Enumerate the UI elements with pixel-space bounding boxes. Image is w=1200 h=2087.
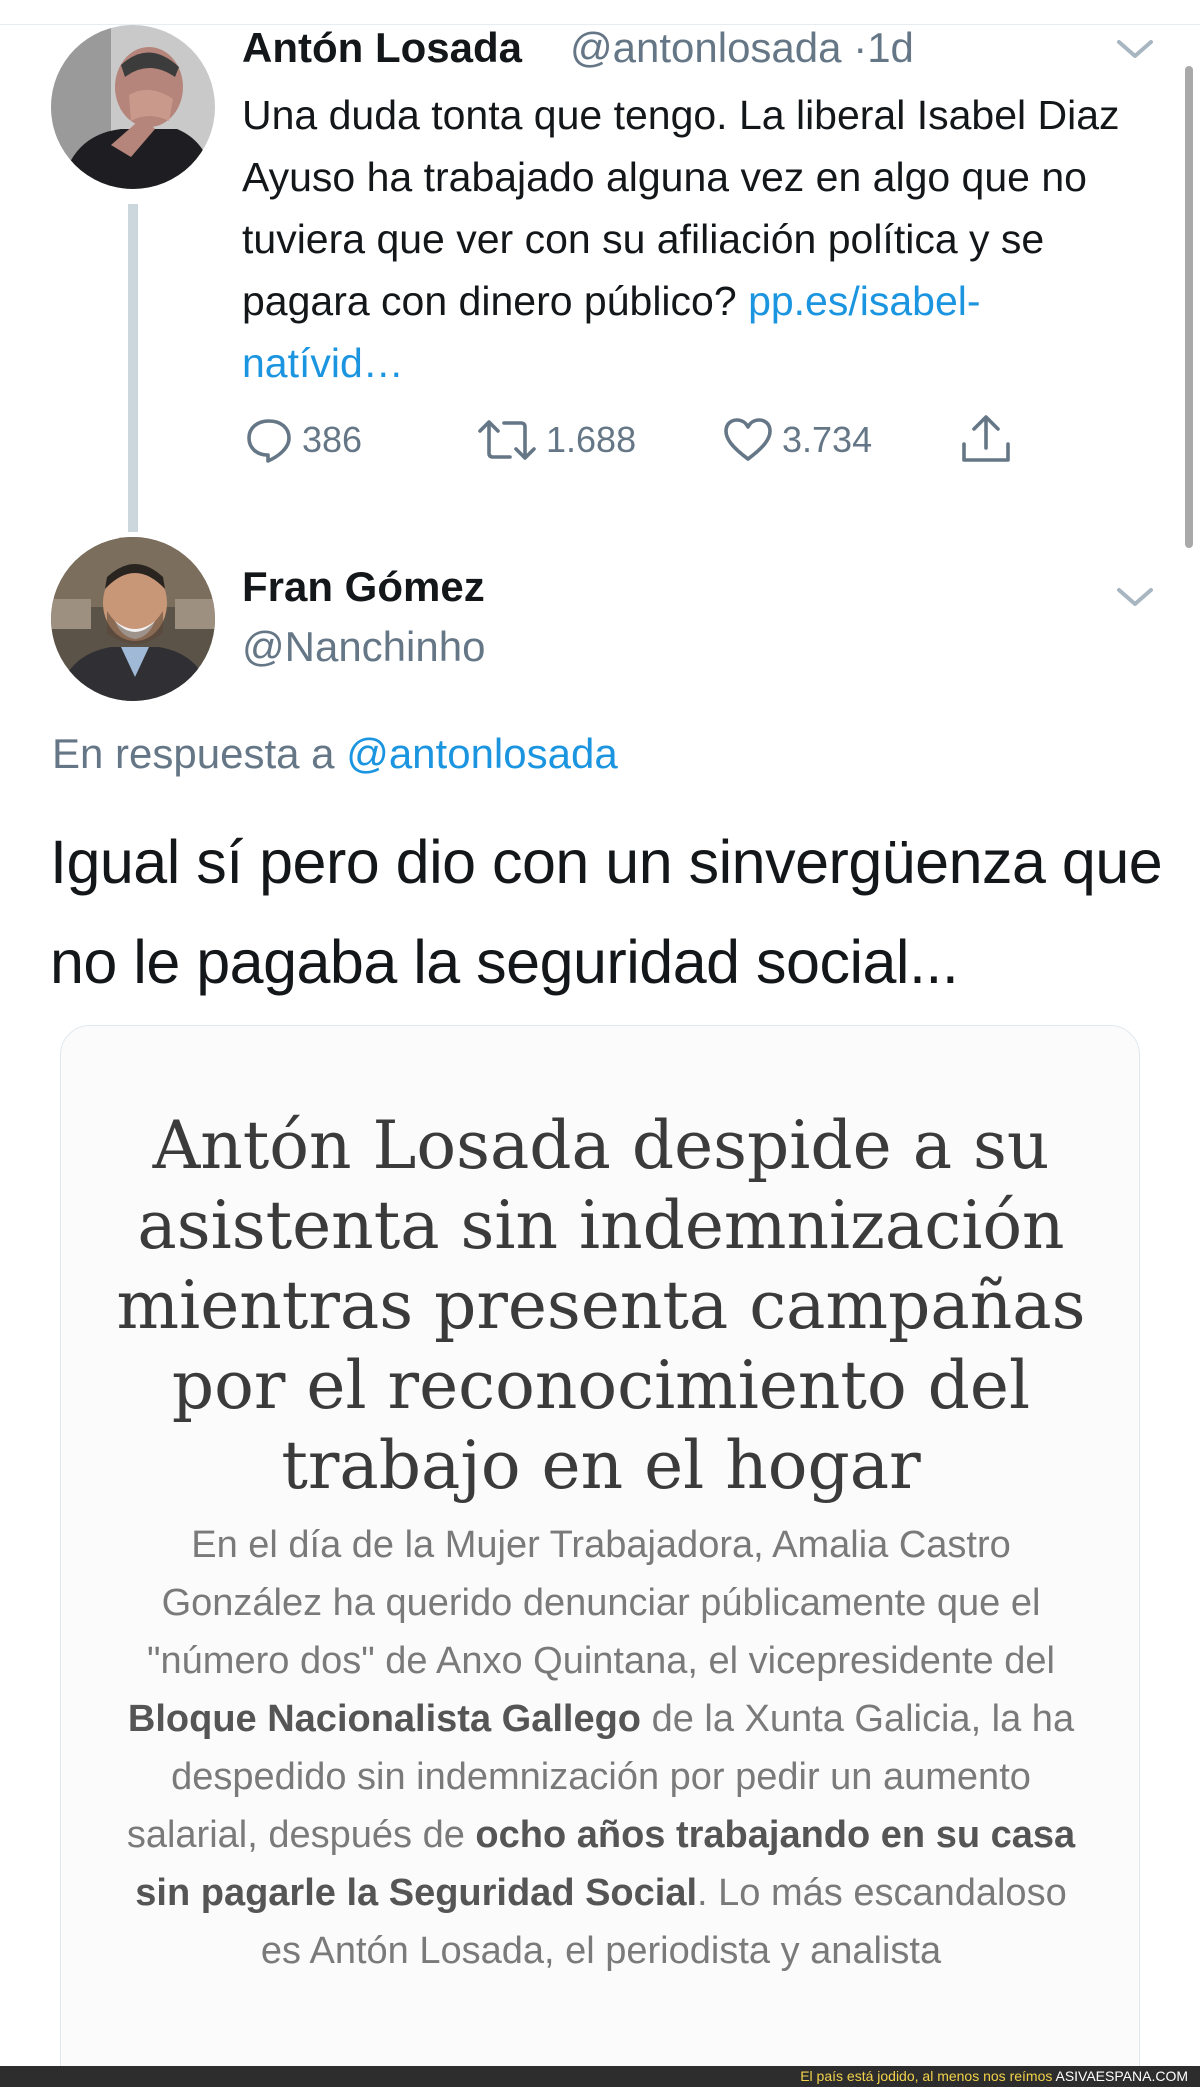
watermark-footer: El país está jodido, al menos nos reímos…	[0, 2066, 1200, 2087]
like-count: 3.734	[782, 419, 873, 460]
thread-connector-line	[128, 204, 138, 532]
avatar-anton-losada[interactable]	[51, 25, 215, 189]
tweet-author-name[interactable]: Antón Losada	[242, 27, 522, 69]
tweet-body: Una duda tonta que tengo. La liberal Isa…	[242, 84, 1122, 394]
tweet-action-bar: 386 1.688 3.734	[244, 412, 1044, 468]
reply-author-name[interactable]: Fran Gómez	[242, 566, 485, 608]
tweet-time-separator: ·	[853, 24, 868, 71]
scrollbar[interactable]	[1185, 66, 1193, 548]
reply-context-handle[interactable]: @antonlosada	[346, 730, 618, 777]
reply-button[interactable]: 386	[244, 412, 362, 468]
chevron-down-icon[interactable]	[1115, 36, 1155, 62]
reply-context: En respuesta a @antonlosada	[52, 730, 618, 778]
article-screenshot-card[interactable]: Antón Losada despide a su asistenta sin …	[60, 1025, 1140, 2087]
heart-outline-icon	[724, 418, 772, 461]
avatar-fran-gomez[interactable]	[51, 537, 215, 701]
article-excerpt: En el día de la Mujer Trabajadora, Amali…	[121, 1516, 1081, 1980]
like-button[interactable]: 3.734	[722, 412, 872, 468]
twitter-thread-screen: Antón Losada @antonlosada ·1d Una duda t…	[0, 0, 1200, 2087]
retweet-button[interactable]: 1.688	[476, 412, 636, 468]
avatar-photo-2	[51, 537, 215, 701]
chevron-down-icon[interactable]	[1115, 584, 1155, 610]
retweet-arrows-icon	[478, 420, 536, 460]
footer-site: ASIVAESPANA.COM	[1055, 2068, 1188, 2084]
article-headline: Antón Losada despide a su asistenta sin …	[116, 1107, 1086, 1504]
article-excerpt-part: En el día de la Mujer Trabajadora, Amali…	[147, 1524, 1055, 1682]
share-button[interactable]	[958, 412, 1014, 468]
tweet-time: 1d	[867, 24, 914, 71]
speech-bubble-icon	[247, 419, 291, 463]
article-excerpt-bold: Bloque Nacionalista Gallego	[127, 1698, 642, 1740]
retweet-count: 1.688	[546, 419, 637, 460]
reply-context-prefix: En respuesta a	[52, 730, 335, 777]
tweet-author-handle[interactable]: @antonlosada ·1d	[570, 27, 914, 69]
reply-author-handle[interactable]: @Nanchinho	[242, 626, 485, 668]
tweet-author-handle-text: @antonlosada	[570, 24, 842, 71]
avatar-photo-1	[51, 25, 215, 189]
reply-body: Igual sí pero dio con un sinvergüenza qu…	[50, 828, 1163, 996]
tweet-text: Una duda tonta que tengo. La liberal Isa…	[242, 92, 1120, 324]
share-upload-icon	[962, 415, 1010, 462]
footer-caption: El país está jodido, al menos nos reímos	[800, 2068, 1053, 2084]
reply-count: 386	[302, 419, 363, 460]
